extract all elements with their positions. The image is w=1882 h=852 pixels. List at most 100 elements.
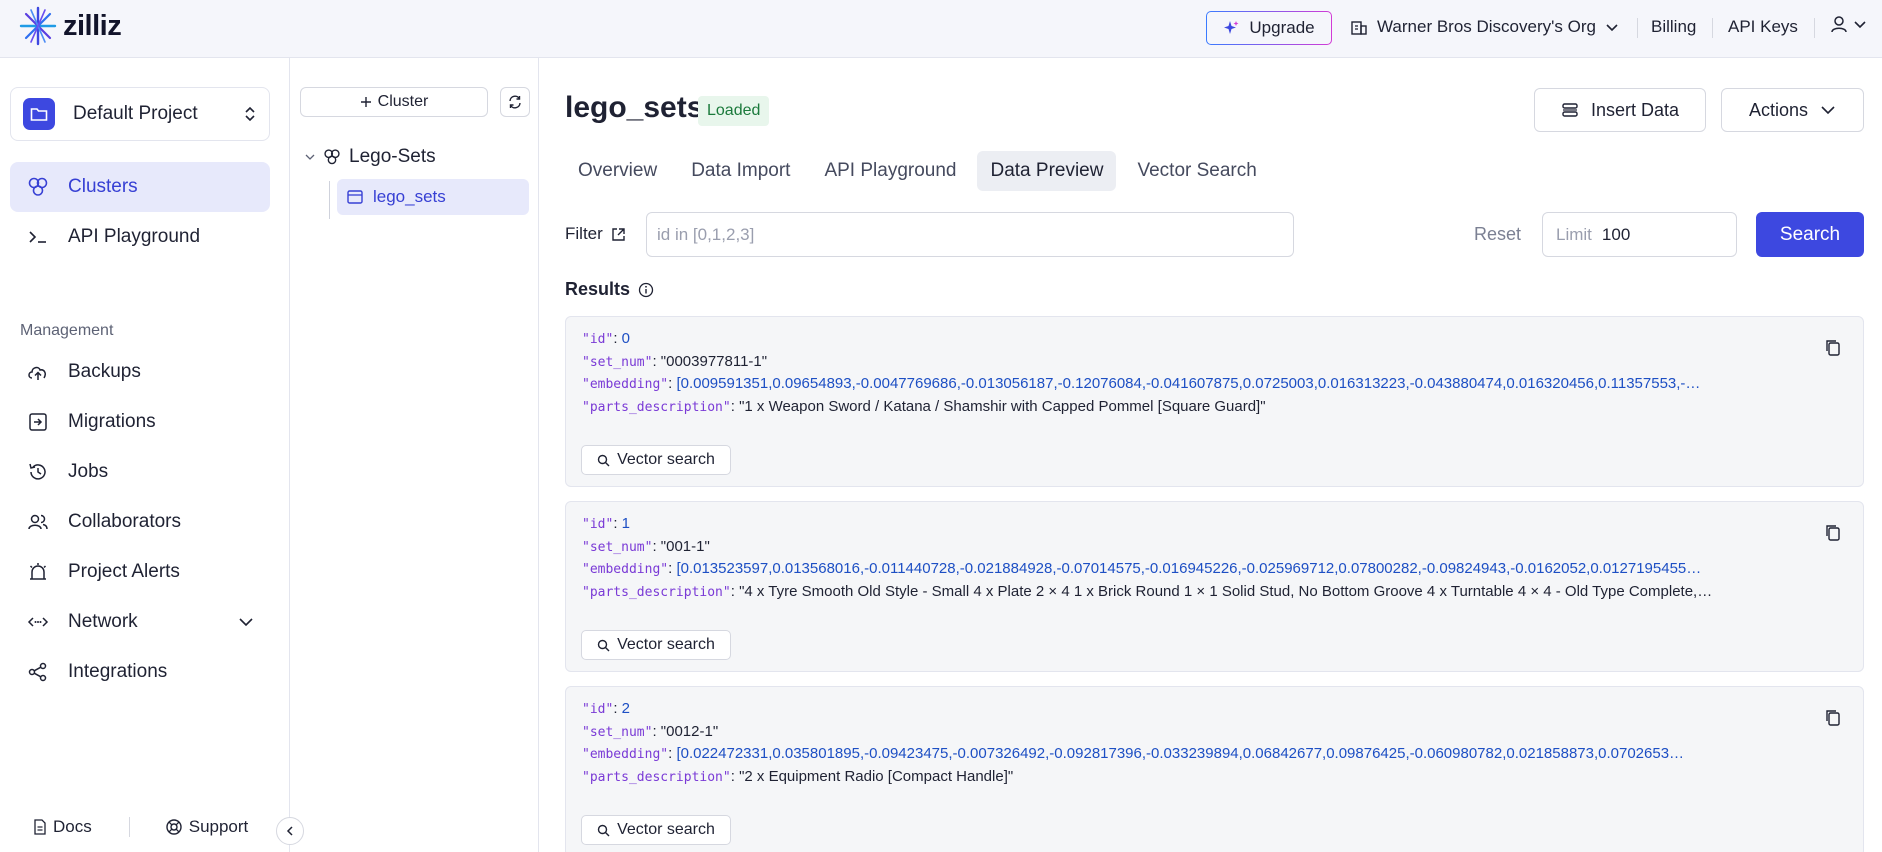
limit-label: Limit xyxy=(1556,224,1592,244)
nav-label: Integrations xyxy=(68,661,168,682)
nav-jobs[interactable]: Jobs xyxy=(10,447,270,497)
zilliz-logo[interactable]: zilliz xyxy=(19,6,122,46)
filter-label[interactable]: Filter xyxy=(565,224,626,244)
limit-input[interactable]: Limit 100 xyxy=(1542,212,1737,257)
copy-icon[interactable] xyxy=(1825,709,1841,727)
divider xyxy=(128,817,130,837)
external-link-icon xyxy=(612,227,625,241)
page-title: lego_sets xyxy=(565,91,704,124)
org-name: Warner Bros Discovery's Org xyxy=(1377,17,1596,36)
field-id: "id": 2 xyxy=(582,700,630,717)
actions-button[interactable]: Actions xyxy=(1721,88,1864,132)
vector-search-label: Vector search xyxy=(617,821,715,838)
nav-migrations[interactable]: Migrations xyxy=(10,397,270,447)
info-icon[interactable] xyxy=(638,282,654,298)
alarm-icon xyxy=(26,560,50,584)
divider xyxy=(1637,18,1638,38)
tree-connector xyxy=(329,181,330,219)
nav-api-playground[interactable]: API Playground xyxy=(10,212,270,262)
project-selector[interactable]: Default Project xyxy=(10,87,270,141)
billing-link[interactable]: Billing xyxy=(1651,17,1696,37)
logo-text: zilliz xyxy=(63,9,122,42)
tree-cluster-item[interactable]: Lego-Sets xyxy=(305,146,436,168)
tab-overview[interactable]: Overview xyxy=(565,151,670,191)
cluster-name: Lego-Sets xyxy=(349,146,436,167)
tab-data-import[interactable]: Data Import xyxy=(678,151,803,191)
field-id: "id": 0 xyxy=(582,330,630,347)
copy-icon[interactable] xyxy=(1825,524,1841,542)
filter-input[interactable]: id in [0,1,2,3] xyxy=(646,212,1294,257)
key: "parts_description" xyxy=(582,770,731,785)
support-link[interactable]: Support xyxy=(165,817,249,837)
clusters-icon xyxy=(324,149,340,165)
search-button[interactable]: Search xyxy=(1756,212,1864,257)
nav-collaborators[interactable]: Collaborators xyxy=(10,497,270,547)
refresh-icon xyxy=(509,95,521,109)
collapse-sidebar-button[interactable] xyxy=(276,817,304,845)
value: 2 xyxy=(621,700,630,717)
value: 0 xyxy=(621,330,630,347)
field-parts-description: "parts_description": "1 x Weapon Sword /… xyxy=(582,398,1266,415)
key: "embedding" xyxy=(582,747,669,762)
field-id: "id": 1 xyxy=(582,515,630,532)
top-bar: zilliz Upgrade Warner Bros Discovery's O… xyxy=(0,0,1882,58)
docs-label: Docs xyxy=(53,817,92,836)
reset-button[interactable]: Reset xyxy=(1474,224,1521,245)
upgrade-button[interactable]: Upgrade xyxy=(1206,11,1332,45)
key: "set_num" xyxy=(582,355,653,370)
field-embedding: "embedding": [0.009591351,0.09654893,-0.… xyxy=(582,375,1701,392)
field-parts-description: "parts_description": "4 x Tyre Smooth Ol… xyxy=(582,583,1713,600)
vector-search-button[interactable]: Vector search xyxy=(581,630,731,660)
api-keys-link[interactable]: API Keys xyxy=(1728,17,1798,37)
nav-label: Migrations xyxy=(68,411,156,432)
key: "id" xyxy=(582,702,614,717)
copy-icon[interactable] xyxy=(1825,339,1841,357)
tab-api-playground[interactable]: API Playground xyxy=(811,151,969,191)
refresh-button[interactable] xyxy=(500,87,530,117)
add-cluster-button[interactable]: Cluster xyxy=(300,87,488,117)
nav-label: Project Alerts xyxy=(68,561,180,582)
migrate-icon xyxy=(26,410,50,434)
result-card: "id": 2 "set_num": "0012-1" "embedding":… xyxy=(565,686,1864,852)
nav-label: API Playground xyxy=(68,226,201,247)
nav-project-alerts[interactable]: Project Alerts xyxy=(10,547,270,597)
project-name: Default Project xyxy=(73,103,198,124)
history-icon xyxy=(26,460,50,484)
search-icon xyxy=(597,824,610,836)
zilliz-star-icon xyxy=(19,6,57,46)
docs-link[interactable]: Docs xyxy=(33,817,92,837)
support-label: Support xyxy=(188,817,249,836)
insert-data-button[interactable]: Insert Data xyxy=(1534,88,1706,132)
share-icon xyxy=(26,660,50,684)
add-cluster-label: Cluster xyxy=(377,93,429,110)
cloud-upload-icon xyxy=(26,360,50,384)
org-selector[interactable]: Warner Bros Discovery's Org xyxy=(1350,12,1619,42)
field-embedding: "embedding": [0.022472331,0.035801895,-0… xyxy=(582,745,1685,762)
nav-backups[interactable]: Backups xyxy=(10,347,270,397)
nav-network[interactable]: Network xyxy=(10,597,270,647)
value: "1 x Weapon Sword / Katana / Shamshir wi… xyxy=(739,398,1266,415)
tree-collection-item[interactable]: lego_sets xyxy=(337,179,529,215)
tab-vector-search[interactable]: Vector Search xyxy=(1124,151,1269,191)
collection-name: lego_sets xyxy=(373,187,446,206)
value: [0.022472331,0.035801895,-0.09423475,-0.… xyxy=(676,745,1685,762)
users-icon xyxy=(26,510,50,534)
nav-integrations[interactable]: Integrations xyxy=(10,647,270,697)
vector-search-button[interactable]: Vector search xyxy=(581,815,731,845)
nav-label: Backups xyxy=(68,361,141,382)
tab-data-preview[interactable]: Data Preview xyxy=(977,151,1117,191)
main-content: lego_sets Loaded Insert Data Actions Ove… xyxy=(540,58,1882,852)
nav-clusters[interactable]: Clusters xyxy=(10,162,270,212)
chevron-down-icon xyxy=(239,618,253,627)
key: "parts_description" xyxy=(582,400,731,415)
field-set-num: "set_num": "0012-1" xyxy=(582,723,719,740)
user-icon xyxy=(1831,16,1847,33)
results-text: Results xyxy=(565,279,631,299)
folder-icon xyxy=(23,98,55,130)
chevron-down-icon xyxy=(1854,21,1866,29)
upgrade-label: Upgrade xyxy=(1249,18,1315,37)
status-badge: Loaded xyxy=(698,96,770,126)
value: "0012-1" xyxy=(660,723,719,740)
user-menu[interactable] xyxy=(1829,14,1867,34)
vector-search-button[interactable]: Vector search xyxy=(581,445,731,475)
